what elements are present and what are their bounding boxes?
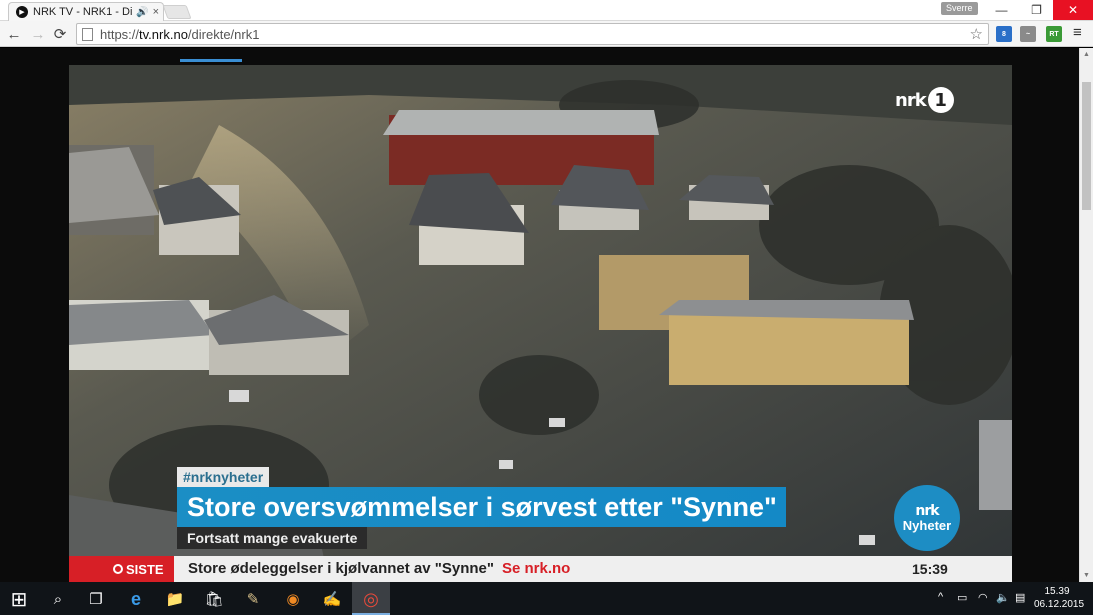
- rt-extension-icon[interactable]: RT: [1046, 26, 1062, 42]
- store-icon[interactable]: 🛍: [202, 587, 226, 611]
- ticker-link[interactable]: Se nrk.no: [502, 560, 570, 577]
- tab-title: NRK TV - NRK1 - Direkte: [33, 6, 132, 18]
- edge-browser-icon[interactable]: e: [124, 587, 148, 611]
- browser-toolbar: ← → ⟳ https:// tv.nrk.no /direkte/nrk1 ☆…: [0, 21, 1093, 47]
- news-subheadline: Fortsatt mange evakuerte: [177, 527, 368, 549]
- page-icon: [82, 27, 93, 41]
- tab-close-icon[interactable]: ×: [153, 6, 159, 18]
- system-clock[interactable]: 15.39 06.12.2015: [1034, 585, 1085, 611]
- back-button[interactable]: ←: [5, 25, 23, 43]
- page-content: nrk 1 #nrknyheter Store oversvømmelser i…: [0, 48, 1079, 582]
- notifications-icon[interactable]: ▤: [1015, 591, 1025, 604]
- battery-icon[interactable]: ▭: [957, 591, 967, 604]
- news-headline: Store oversvømmelser i sørvest etter "Sy…: [177, 487, 786, 527]
- siste-badge: SISTE: [69, 556, 174, 582]
- close-window-button[interactable]: ✕: [1053, 0, 1093, 20]
- picasa-icon[interactable]: ◉: [281, 587, 305, 611]
- nyheter-logo-brand: nrk: [915, 502, 939, 519]
- hashtag-label: #nrknyheter: [177, 467, 270, 487]
- ticker-text: Store ødeleggelser i kjølvannet av "Synn…: [188, 560, 494, 577]
- nav-active-indicator: [180, 59, 242, 62]
- chrome-icon[interactable]: ◎: [359, 587, 383, 611]
- nyheter-logo-text: Nyheter: [902, 517, 952, 533]
- clock-time: 15.39: [1044, 586, 1070, 597]
- url-scheme: https://: [100, 26, 140, 42]
- reload-button[interactable]: ⟳: [51, 25, 69, 43]
- scroll-up-icon[interactable]: ▲: [1083, 51, 1090, 58]
- lastpass-extension-icon[interactable]: 8: [996, 26, 1012, 42]
- chrome-menu-icon[interactable]: ≡: [1073, 24, 1082, 41]
- nrk1-channel-logo: nrk 1: [895, 87, 954, 113]
- editor-icon[interactable]: ✍: [320, 587, 344, 611]
- file-explorer-icon[interactable]: 📁: [163, 587, 187, 611]
- stats-extension-icon[interactable]: ~: [1020, 26, 1036, 42]
- scroll-thumb[interactable]: [1082, 82, 1091, 210]
- new-tab-button[interactable]: [162, 5, 192, 19]
- ticker-message: Store ødeleggelser i kjølvannet av "Synn…: [188, 556, 570, 582]
- forward-button[interactable]: →: [29, 25, 47, 43]
- video-player[interactable]: nrk 1 #nrknyheter Store oversvømmelser i…: [69, 65, 1012, 582]
- nrk-nyheter-logo: nrk Nyheter: [894, 485, 960, 551]
- notes-icon[interactable]: ✎: [241, 587, 265, 611]
- news-ticker: SISTE Store ødeleggelser i kjølvannet av…: [69, 556, 1012, 582]
- restore-button[interactable]: ❐: [1021, 0, 1052, 20]
- volume-icon[interactable]: 🔈: [996, 591, 1010, 604]
- live-dot-icon: [113, 564, 123, 574]
- nrk-brand-text: nrk: [895, 89, 927, 111]
- address-bar[interactable]: https:// tv.nrk.no /direkte/nrk1 ☆: [76, 23, 989, 45]
- bookmark-star-icon[interactable]: ☆: [970, 25, 983, 43]
- tray-overflow-icon[interactable]: ^: [938, 591, 943, 603]
- profile-name-button[interactable]: Sverre: [941, 2, 978, 15]
- start-button-icon[interactable]: ⊞: [7, 587, 31, 611]
- browser-tab-nrk[interactable]: ▶ NRK TV - NRK1 - Direkte 🔊 ×: [8, 2, 164, 21]
- url-host: tv.nrk.no: [139, 26, 188, 42]
- nrk-tv-favicon-icon: ▶: [16, 6, 28, 18]
- clock-date: 06.12.2015: [1034, 599, 1085, 610]
- search-icon[interactable]: ⌕: [46, 587, 70, 611]
- page-scrollbar[interactable]: ▲ ▼: [1079, 48, 1093, 582]
- channel-number: 1: [927, 87, 954, 113]
- title-bar: ▶ NRK TV - NRK1 - Direkte 🔊 × Sverre — ❐…: [0, 0, 1093, 21]
- task-view-icon[interactable]: ❐: [84, 587, 108, 611]
- scroll-down-icon[interactable]: ▼: [1083, 572, 1090, 579]
- audio-playing-icon[interactable]: 🔊: [136, 7, 148, 18]
- wifi-icon[interactable]: ◠: [978, 591, 988, 604]
- ticker-time: 15:39: [912, 561, 948, 577]
- minimize-button[interactable]: —: [986, 0, 1017, 20]
- siste-label: SISTE: [126, 561, 164, 577]
- url-path: /direkte/nrk1: [187, 26, 260, 42]
- windows-taskbar: ⊞ ⌕ ❐ e 📁 🛍 ✎ ◉ ✍ ◎ ^ ▭ ◠ 🔈 ▤ 15.39 06.1…: [0, 582, 1093, 615]
